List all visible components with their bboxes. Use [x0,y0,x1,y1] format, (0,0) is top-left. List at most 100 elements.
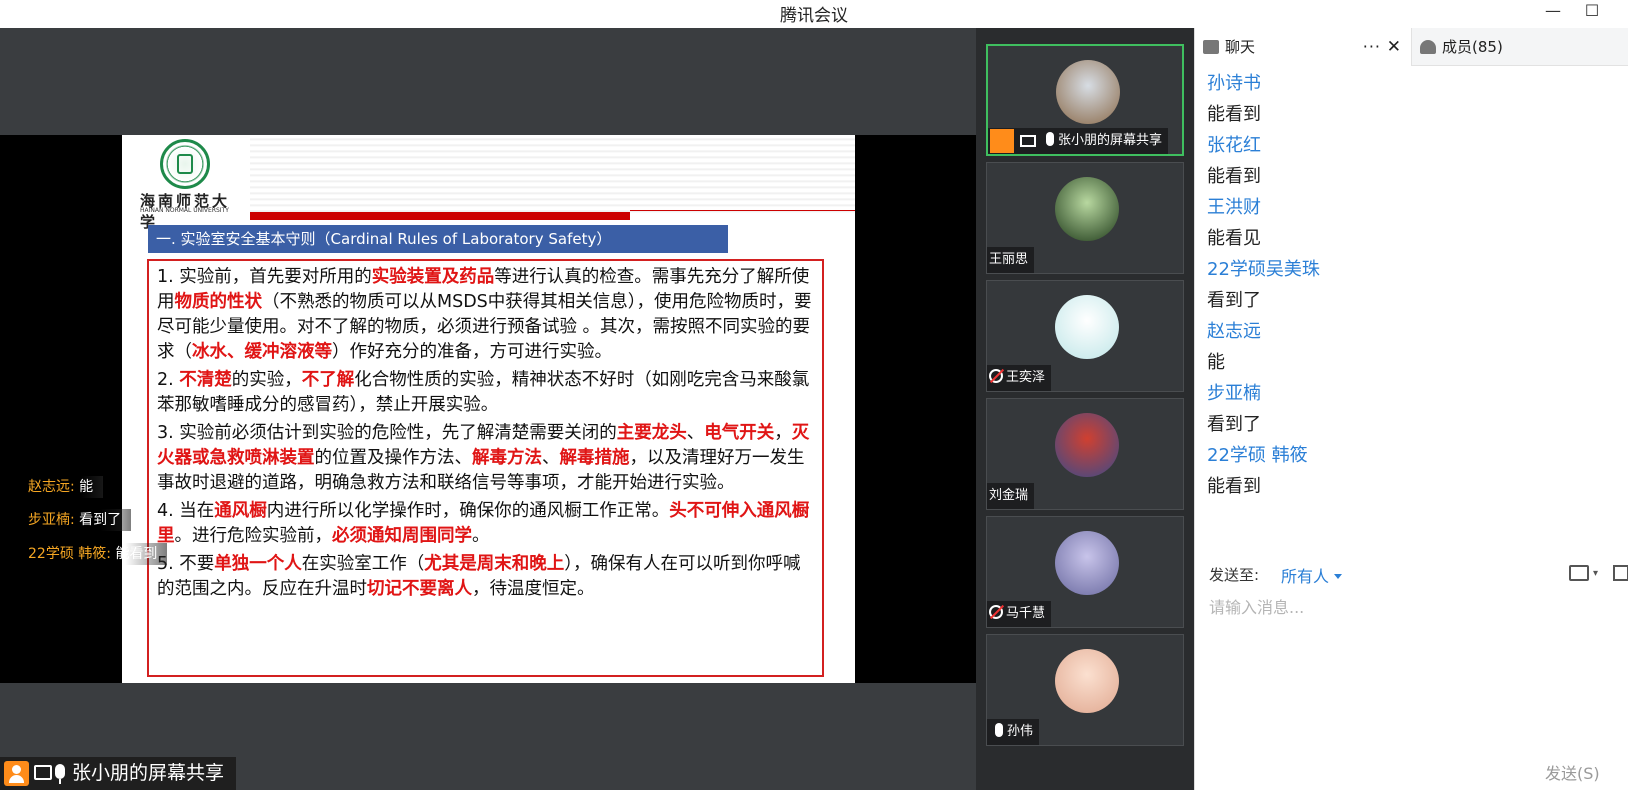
tab-chat[interactable]: 聊天 ··· ✕ [1195,28,1411,66]
participant-name-label: 孙伟 [987,719,1040,745]
participant-name: 王奕泽 [1006,370,1046,385]
participant-tile[interactable]: 王丽思 [986,162,1184,274]
members-icon [1420,40,1436,54]
chat-panel: 聊天 ··· ✕ 成员(85) 孙诗书 能看到 张花红 能看到 王洪财 能看见 22学硕吴美… [1194,28,1628,790]
shared-slide: 海南师范大学 HAINAN NORMAL UNIVERSITY 一. 实验室安全… [122,135,855,683]
rule-highlight: 切记不要离人 [367,579,472,599]
school-logo: 海南师范大学 HAINAN NORMAL UNIVERSITY [122,135,250,231]
chat-sender: 22学硕 韩筱 [1207,445,1308,466]
participant-tile[interactable]: 王奕泽 [986,280,1184,392]
rule-highlight: 实验装置及药品 [371,267,495,287]
rule-text: ， [774,423,792,443]
overlay-chat-message: 步亚楠: 看到了 [28,509,132,531]
rules-box: 1. 实验前，首先要对所用的实验装置及药品等进行认真的检查。需事先充分了解所使用… [147,259,824,677]
presenter-name: 张小朋的屏幕共享 [72,762,225,784]
participant-tile[interactable]: 马千慧 [986,516,1184,628]
avatar-tower [1055,531,1119,595]
school-seal-icon [160,139,210,189]
microphone-icon [995,723,1003,737]
participant-tile[interactable]: 张小朋的屏幕共享 [986,44,1184,156]
participant-tile[interactable]: 刘金瑞 [986,398,1184,510]
rule-item: 1. 实验前，首先要对所用的实验装置及药品等进行认真的检查。需事先充分了解所使用… [157,265,814,365]
presenter-avatar-icon [990,128,1014,153]
chat-sender: 赵志远 [1207,321,1261,342]
close-icon[interactable]: ✕ [1387,28,1401,66]
participant-tile[interactable]: 孙伟 [986,634,1184,746]
rule-highlight: 通风橱 [214,501,267,521]
send-button[interactable]: 发送(S) [1545,760,1600,784]
chat-message-list[interactable]: 孙诗书 能看到 张花红 能看到 王洪财 能看见 22学硕吴美珠 看到了 赵志远能步亚楠 看到了 22… [1207,68,1617,548]
avatar-sky [1056,60,1120,124]
avatar-anime [1055,413,1119,477]
rule-text: ，待温度恒定。 [472,579,595,599]
overlay-chat-text: 能看到 [115,546,158,562]
participant-name-label: 王丽思 [987,247,1035,273]
chat-message-text: 看到了 [1207,290,1261,311]
participant-name: 孙伟 [1007,724,1034,739]
overlay-chat-message: 赵志远: 能 [28,476,104,498]
participant-name-label: 刘金瑞 [987,483,1035,509]
rule-highlight: 冰水、缓冲溶液等 [192,342,332,362]
rule-highlight: 单独一个人 [214,554,302,574]
chat-message-text: 能看到 [1207,166,1261,187]
more-options-icon[interactable]: ··· [1363,28,1381,66]
rule-text: 1. 实验前，首先要对所用的 [157,267,372,287]
rule-highlight: 尤其是周末和晚上 [424,554,565,574]
chat-bubble-icon [1203,40,1219,54]
rule-text: 2. [157,370,180,390]
school-name-en: HAINAN NORMAL UNIVERSITY [140,207,229,214]
rule-text: 4. 当在 [157,501,215,521]
recipient-dropdown[interactable]: 所有人 [1281,563,1342,587]
rule-text: 的位置及操作方法、 [314,448,473,468]
screen-share-icon [1020,134,1036,147]
presenter-avatar-icon [4,761,29,786]
overlay-chat-text: 看到了 [79,512,122,528]
rule-text: 内进行所以化学操作时，确保你的通风橱工作正常。 [266,501,670,521]
tab-members[interactable]: 成员(85) [1411,28,1621,66]
slide-red-line [630,210,855,211]
chevron-down-icon[interactable]: ▾ [1593,568,1598,579]
mic-muted-icon [989,369,1003,383]
presenter-label: 张小朋的屏幕共享 [0,757,236,790]
participant-name-label: 马千慧 [987,601,1052,627]
avatar-cartoon [1055,295,1119,359]
microphone-icon [55,764,65,784]
chat-tabs: 聊天 ··· ✕ 成员(85) [1195,28,1628,66]
chat-sender: 22学硕吴美珠 [1207,259,1320,280]
rule-text: ）作好充分的准备，方可进行实验。 [332,342,612,362]
chat-message-text: 看到了 [1207,414,1261,435]
participant-name: 马千慧 [1006,606,1046,621]
overlay-chat-sender: 22学硕 韩筱: [28,546,111,562]
participant-name: 刘金瑞 [989,488,1029,503]
chat-message-text: 能看见 [1207,228,1261,249]
minimize-icon[interactable]: — [1543,2,1563,22]
rule-highlight: 不了解 [301,370,355,390]
rule-highlight: 解毒方法 [472,448,542,468]
participant-name: 王丽思 [989,252,1029,267]
tab-members-label: 成员(85) [1442,38,1503,56]
overlay-chat-sender: 步亚楠: [28,512,75,528]
rule-highlight: 电气开关 [704,423,775,443]
folder-icon[interactable] [1569,565,1589,581]
image-icon[interactable] [1613,565,1628,581]
chat-input[interactable] [1209,594,1609,754]
screen-share-icon [34,765,52,780]
rule-text: 。进行危险实验前， [174,526,333,546]
mic-muted-icon [989,605,1003,619]
slide-red-bar [250,212,630,220]
rule-text: 的实验， [231,370,302,390]
rule-item: 4. 当在通风橱内进行所以化学操作时，确保你的通风橱工作正常。头不可伸入通风橱里… [157,499,814,549]
chat-message-text: 能 [1207,352,1225,373]
maximize-icon[interactable]: ☐ [1582,2,1602,22]
microphone-icon [1046,132,1054,146]
chat-sender: 孙诗书 [1207,73,1261,94]
participant-name: 张小朋的屏幕共享 [1058,133,1163,148]
overlay-chat-sender: 赵志远: [28,479,75,495]
chat-message-text: 能看到 [1207,476,1261,497]
rule-highlight: 主要龙头 [616,423,687,443]
send-to-label: 发送至: [1209,566,1260,584]
participant-video-column: 张小朋的屏幕共享王丽思王奕泽刘金瑞马千慧孙伟 [976,28,1194,790]
tab-chat-label: 聊天 [1225,38,1256,56]
participant-name-label: 张小朋的屏幕共享 [988,128,1169,154]
rule-highlight: 解毒措施 [559,448,630,468]
